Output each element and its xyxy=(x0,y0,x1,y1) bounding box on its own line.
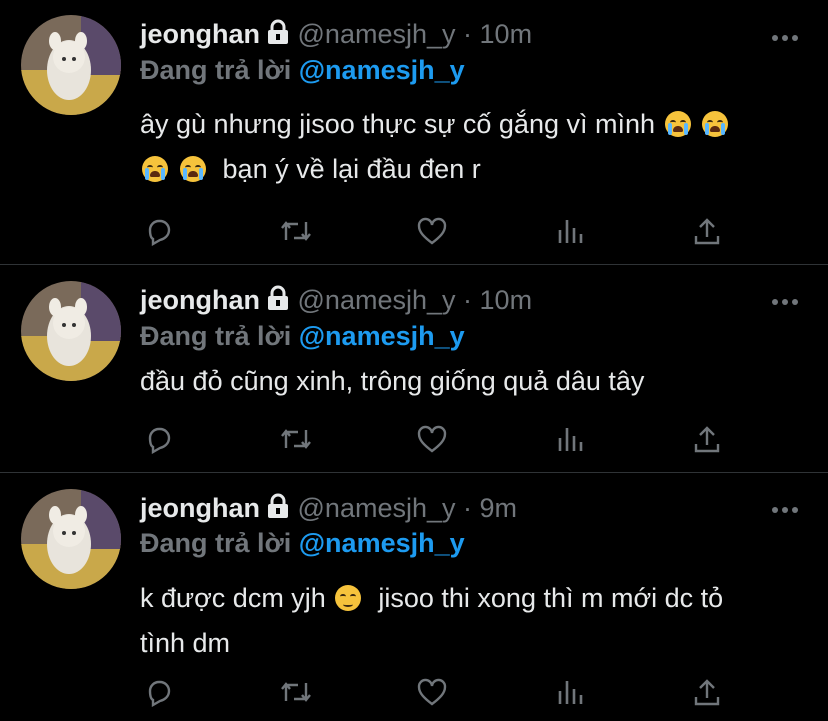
lock-icon xyxy=(266,493,290,526)
avatar[interactable] xyxy=(21,15,121,115)
views-button[interactable] xyxy=(553,675,587,709)
tweet-text-line: đầu đỏ cũng xinh, trông giống quả dâu tâ… xyxy=(140,366,645,396)
avatar[interactable] xyxy=(21,489,121,589)
tweet-header: jeonghan @namesjh_y · 10m xyxy=(140,285,532,318)
more-icon[interactable] xyxy=(770,294,800,312)
display-name[interactable]: jeonghan xyxy=(140,285,260,315)
replying-prefix: Đang trả lời xyxy=(140,528,292,558)
timestamp[interactable]: 10m xyxy=(480,19,533,49)
views-button[interactable] xyxy=(553,214,587,248)
retweet-button[interactable] xyxy=(279,422,313,456)
tweet-text: k được dcm yjh jisoo thi xong thì m mới … xyxy=(140,576,800,666)
separator-dot: · xyxy=(463,493,473,523)
timestamp[interactable]: 9m xyxy=(480,493,518,523)
retweet-button[interactable] xyxy=(279,214,313,248)
tweet-actions xyxy=(142,214,742,248)
views-button[interactable] xyxy=(553,422,587,456)
share-icon xyxy=(694,679,720,706)
views-icon xyxy=(558,428,583,451)
tweet-text-line: bạn ý về lại đầu đen r xyxy=(222,154,481,184)
handle[interactable]: @namesjh_y xyxy=(298,285,456,315)
reply-icon xyxy=(148,680,171,707)
loudly-crying-face-emoji xyxy=(664,111,691,137)
retweet-button[interactable] xyxy=(279,675,313,709)
replying-to: Đang trả lời @namesjh_y xyxy=(140,55,465,86)
separator-dot: · xyxy=(463,19,473,49)
tweet-header: jeonghan @namesjh_y · 9m xyxy=(140,493,517,526)
timestamp[interactable]: 10m xyxy=(480,285,533,315)
lock-icon xyxy=(266,285,290,318)
separator-dot: · xyxy=(463,285,473,315)
handle[interactable]: @namesjh_y xyxy=(298,19,456,49)
reply-button[interactable] xyxy=(142,675,176,709)
replying-prefix: Đang trả lời xyxy=(140,321,292,351)
like-icon xyxy=(417,678,447,706)
tweet-text: đầu đỏ cũng xinh, trông giống quả dâu tâ… xyxy=(140,359,800,404)
loudly-crying-face-emoji xyxy=(142,156,168,182)
loudly-crying-face-emoji xyxy=(179,156,206,182)
retweet-icon xyxy=(281,221,311,241)
views-icon xyxy=(558,220,583,243)
like-icon xyxy=(417,217,447,245)
replying-to: Đang trả lời @namesjh_y xyxy=(140,528,465,559)
avatar-image xyxy=(21,281,121,381)
avatar[interactable] xyxy=(21,281,121,381)
retweet-icon xyxy=(281,682,311,702)
replying-prefix: Đang trả lời xyxy=(140,55,292,85)
views-icon xyxy=(558,681,583,704)
tweet-actions xyxy=(142,675,742,709)
tweet-text-line: k được dcm yjh xyxy=(140,583,326,613)
tweet-1[interactable]: jeonghan @namesjh_y · 10m Đang trả lời @… xyxy=(0,0,828,263)
tweet-3[interactable]: jeonghan @namesjh_y · 9m Đang trả lời @n… xyxy=(0,473,828,721)
avatar-image xyxy=(21,15,121,115)
like-icon xyxy=(417,425,447,453)
tweet-text-line: ây gù nhưng jisoo thực sự cố gắng vì mìn… xyxy=(140,109,656,139)
more-icon[interactable] xyxy=(770,30,800,48)
share-button[interactable] xyxy=(690,214,724,248)
avatar-image xyxy=(21,489,121,589)
tweet-header: jeonghan @namesjh_y · 10m xyxy=(140,19,532,52)
mention-link[interactable]: @namesjh_y xyxy=(299,321,465,351)
share-icon xyxy=(694,426,720,453)
like-button[interactable] xyxy=(415,675,449,709)
display-name[interactable]: jeonghan xyxy=(140,493,260,523)
like-button[interactable] xyxy=(415,214,449,248)
display-name[interactable]: jeonghan xyxy=(140,19,260,49)
tweet-actions xyxy=(142,422,742,456)
reply-icon xyxy=(148,219,171,246)
tweet-text-line: jisoo thi xong thì m mới dc tỏ xyxy=(378,583,724,613)
reply-icon xyxy=(148,427,171,454)
share-button[interactable] xyxy=(690,422,724,456)
reply-button[interactable] xyxy=(142,422,176,456)
mention-link[interactable]: @namesjh_y xyxy=(299,528,465,558)
pensive-face-emoji xyxy=(335,585,362,611)
retweet-icon xyxy=(281,429,311,449)
more-icon[interactable] xyxy=(770,502,800,520)
replying-to: Đang trả lời @namesjh_y xyxy=(140,321,465,352)
handle[interactable]: @namesjh_y xyxy=(298,493,456,523)
tweet-text: ây gù nhưng jisoo thực sự cố gắng vì mìn… xyxy=(140,102,800,192)
tweet-2[interactable]: jeonghan @namesjh_y · 10m Đang trả lời @… xyxy=(0,265,828,471)
share-button[interactable] xyxy=(690,675,724,709)
reply-button[interactable] xyxy=(142,214,176,248)
lock-icon xyxy=(266,19,290,52)
loudly-crying-face-emoji xyxy=(702,111,729,137)
tweet-text-line: tình dm xyxy=(140,628,231,658)
share-icon xyxy=(694,218,720,245)
like-button[interactable] xyxy=(415,422,449,456)
mention-link[interactable]: @namesjh_y xyxy=(299,55,465,85)
